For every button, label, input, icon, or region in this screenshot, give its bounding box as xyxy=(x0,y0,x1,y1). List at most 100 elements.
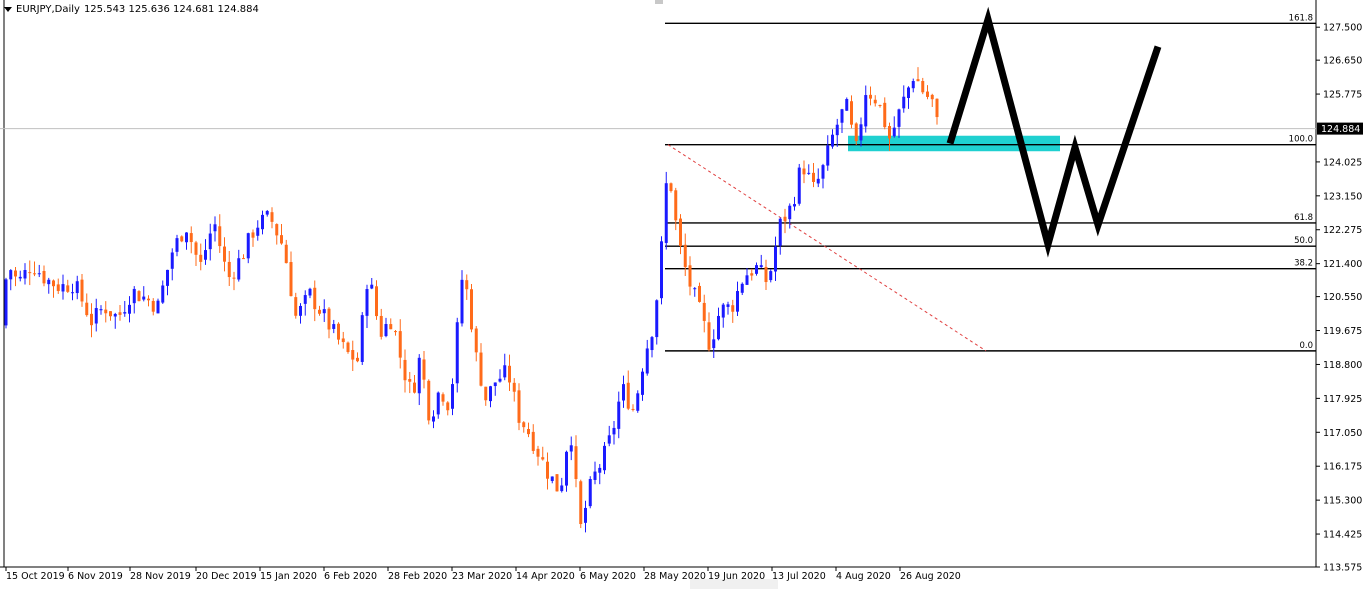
candle-body xyxy=(707,322,711,350)
candle-body xyxy=(821,165,825,179)
candle-body xyxy=(370,284,374,289)
candle-body xyxy=(346,342,350,352)
candle-body xyxy=(930,94,934,100)
candle-body xyxy=(394,331,397,333)
candle-body xyxy=(565,451,568,486)
candle-body xyxy=(33,273,36,275)
candle-body xyxy=(66,285,70,292)
candle-body xyxy=(641,371,644,395)
candle-body xyxy=(826,145,830,166)
candle-body xyxy=(299,305,302,316)
candle-body xyxy=(156,300,160,314)
candle-body xyxy=(427,380,431,421)
candle-body xyxy=(764,266,768,283)
candle-body xyxy=(669,183,673,192)
candle-body xyxy=(37,273,41,275)
candle-body xyxy=(175,238,179,252)
candle-body xyxy=(717,315,720,340)
candle-body xyxy=(512,382,516,392)
candlestick-chart[interactable]: 127.500 126.650 125.775 124.025 123.150 122.2… xyxy=(0,0,1364,589)
candle-body xyxy=(413,382,416,393)
candle-body xyxy=(341,338,345,343)
candle-body xyxy=(322,309,326,314)
candle-body xyxy=(845,99,849,111)
candle-body xyxy=(835,124,839,136)
candle-body xyxy=(555,474,559,492)
candle-body xyxy=(227,261,231,278)
time-tick-label: 6 May 2020 xyxy=(580,571,636,582)
candle-body xyxy=(90,313,93,326)
fib-trend-line xyxy=(667,144,987,352)
candle-body xyxy=(612,427,616,435)
candle-body xyxy=(280,235,283,244)
candle-body xyxy=(712,339,716,349)
candle-body xyxy=(598,467,602,473)
price-tick-label: 121.400 xyxy=(1323,259,1362,270)
scroll-marker xyxy=(655,0,663,4)
candle-body xyxy=(645,348,649,374)
candle-body xyxy=(56,284,60,292)
candle-body xyxy=(194,242,198,255)
candle-body xyxy=(161,285,165,303)
fib-level-label: 161.8 xyxy=(1289,13,1313,23)
candle-body xyxy=(508,365,511,383)
candle-body xyxy=(61,284,65,292)
candle-body xyxy=(546,461,549,479)
candle-body xyxy=(726,304,730,307)
candle-body xyxy=(465,280,469,290)
candle-body xyxy=(47,279,51,285)
candle-body xyxy=(284,244,288,264)
candle-body xyxy=(916,79,920,82)
candle-body xyxy=(489,386,492,402)
candle-body xyxy=(356,357,359,362)
candle-body xyxy=(636,393,640,411)
candle-body xyxy=(503,365,507,378)
price-tick-label: 115.300 xyxy=(1323,496,1362,507)
candle-body xyxy=(921,81,925,93)
candle-body xyxy=(99,309,103,311)
candle-body xyxy=(731,305,735,312)
candle-body xyxy=(797,167,801,204)
candle-body xyxy=(878,104,882,106)
fib-level-label: 100.0 xyxy=(1289,135,1313,145)
candle-body xyxy=(14,270,17,277)
candle-body xyxy=(517,390,521,423)
price-tick-label: 126.650 xyxy=(1323,56,1362,67)
candle-body xyxy=(864,95,868,127)
candle-body xyxy=(935,98,939,118)
price-tick-label: 114.425 xyxy=(1323,530,1362,541)
candle-body xyxy=(531,431,535,451)
candle-body xyxy=(593,471,597,480)
candle-body xyxy=(118,312,122,315)
candle-body xyxy=(80,279,84,302)
candle-body xyxy=(237,258,241,280)
candle-body xyxy=(603,445,606,471)
candle-body xyxy=(588,479,592,507)
fib-level-label: 61.8 xyxy=(1294,213,1313,223)
price-tick-label: 116.175 xyxy=(1323,462,1362,473)
candle-body xyxy=(626,382,630,409)
candle-body xyxy=(902,96,906,109)
time-tick-label: 19 Jun 2020 xyxy=(708,571,765,582)
price-tick-label: 113.575 xyxy=(1323,563,1362,574)
candle-body xyxy=(679,218,682,246)
candle-body xyxy=(740,283,744,293)
candle-body xyxy=(774,246,777,272)
candle-body xyxy=(907,87,910,99)
candle-body xyxy=(398,331,402,358)
candle-body xyxy=(479,352,483,386)
candle-body xyxy=(261,214,264,230)
time-tick-label: 28 May 2020 xyxy=(644,571,706,582)
candle-body xyxy=(840,109,844,123)
candle-body xyxy=(251,232,255,238)
candle-body xyxy=(85,302,89,316)
candle-body xyxy=(688,265,692,287)
candle-body xyxy=(18,276,22,279)
projection-zigzag xyxy=(946,6,1162,258)
candle-body xyxy=(189,233,193,243)
candle-body xyxy=(303,295,307,304)
time-tick-label: 15 Oct 2019 xyxy=(6,571,65,582)
candle-body xyxy=(674,190,678,221)
price-tick-label: 125.775 xyxy=(1323,90,1362,101)
candle-body xyxy=(802,168,806,175)
